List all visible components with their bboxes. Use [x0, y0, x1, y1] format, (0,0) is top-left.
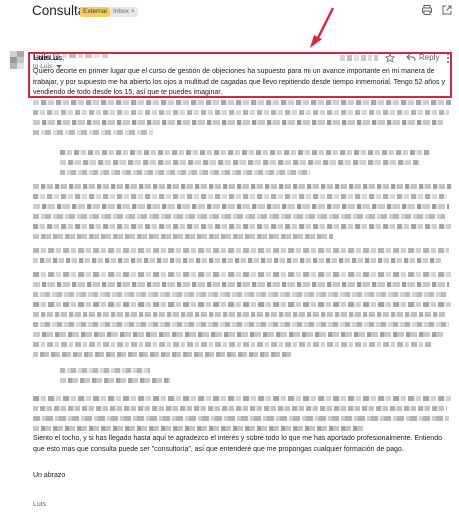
message-signature: Luis	[33, 501, 46, 508]
email-subject: Consulta	[32, 3, 86, 18]
email-header: Consulta External Inbox ×	[0, 0, 459, 22]
print-icon[interactable]	[421, 4, 433, 16]
inbox-label-text: Inbox	[113, 8, 129, 15]
message-greeting: Hola Luis,	[33, 55, 65, 62]
avatar[interactable]	[10, 51, 24, 69]
inbox-label[interactable]: Inbox ×	[110, 7, 138, 17]
open-in-new-window-icon[interactable]	[441, 4, 453, 16]
sender-row: Luis B. to Luis Reply	[0, 24, 459, 70]
message-closing-paragraph: Siento el tocho, y si has llegado hasta …	[33, 435, 442, 453]
message-sign-off: Un abrazo	[33, 472, 66, 479]
external-label: External	[80, 7, 110, 17]
remove-label-icon[interactable]: ×	[131, 8, 135, 15]
message-paragraph-1: Quiero decirte en primer lugar que el cu…	[33, 68, 445, 96]
